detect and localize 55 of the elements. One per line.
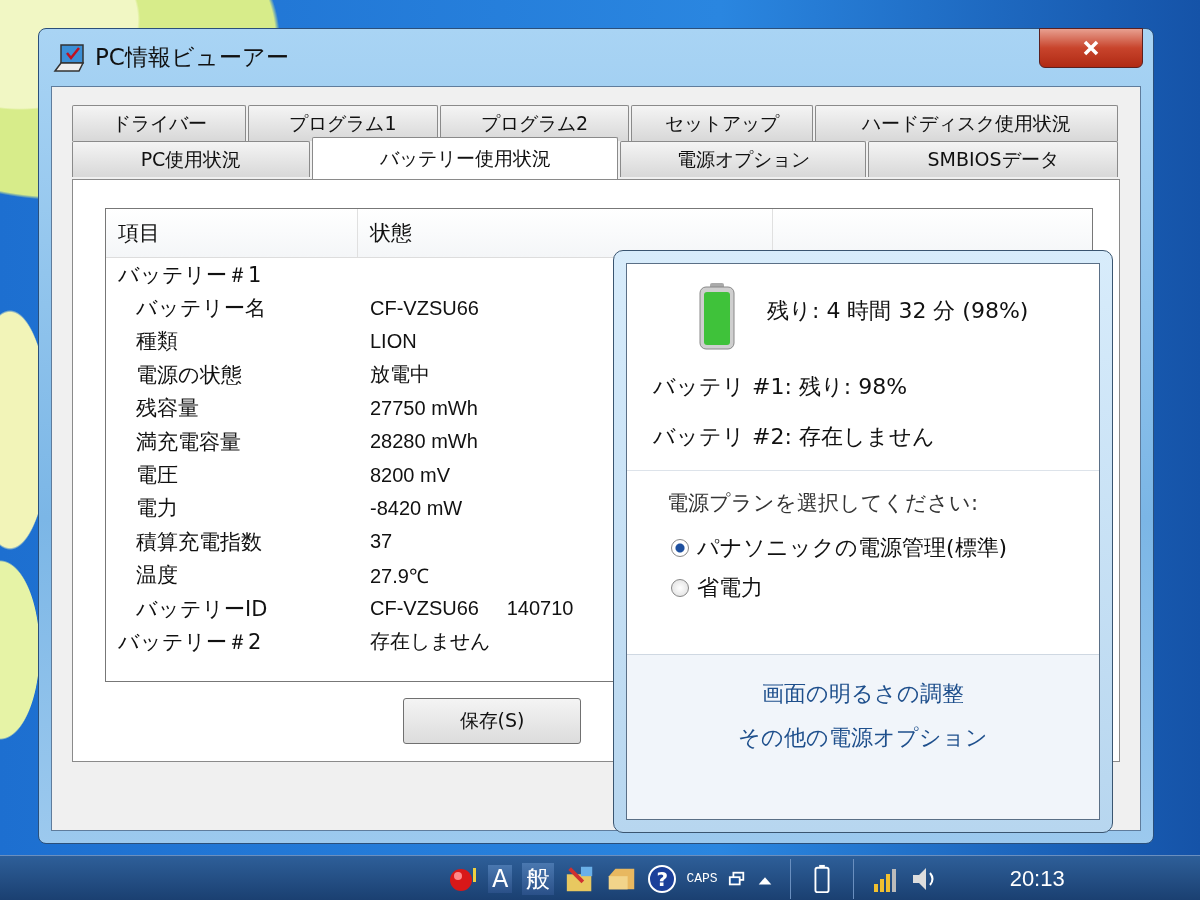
window-title: PC情報ビューアー	[95, 43, 289, 72]
close-icon	[1081, 38, 1101, 58]
table-cell: バッテリー＃2	[118, 630, 262, 654]
plan-label[interactable]: 省電力	[697, 573, 763, 603]
link[interactable]: その他の電源オプション	[738, 723, 988, 753]
battery-status-text: バッテリ #2: 存在しません	[653, 423, 936, 451]
table-cell: CF-VZSU66	[370, 296, 479, 319]
table-cell: 積算充電指数	[136, 529, 262, 554]
table-cell: 電力	[136, 496, 178, 521]
table-cell: 温度	[136, 563, 178, 588]
table-cell: 存在しません	[370, 630, 490, 653]
radio-button[interactable]	[671, 539, 689, 557]
help-icon[interactable]: ?	[648, 864, 677, 893]
table-cell: 残容量	[136, 396, 199, 421]
table-cell: バッテリーID	[136, 596, 268, 621]
link[interactable]: 画面の明るさの調整	[762, 679, 964, 709]
table-cell: 28280 mWh	[370, 430, 478, 453]
table-cell: 電圧	[136, 463, 178, 488]
tab[interactable]: バッテリー使用状況	[312, 137, 618, 179]
table-cell: CF-VZSU66 140710	[370, 597, 574, 620]
table-cell: バッテリー名	[136, 296, 266, 321]
table-cell: 27750 mWh	[370, 396, 478, 419]
tab[interactable]: ハードディスク使用状況	[815, 105, 1118, 141]
tab[interactable]: プログラム2	[440, 105, 629, 141]
close-button[interactable]	[1039, 28, 1143, 68]
table-cell: 37	[370, 530, 393, 553]
laptop-icon	[53, 42, 87, 73]
table-cell: -8420 mW	[370, 496, 463, 519]
table-cell: 電源の状態	[136, 362, 242, 387]
table-cell: 満充電容量	[136, 429, 241, 454]
plan-label[interactable]: パナソニックの電源管理(標準)	[697, 533, 1008, 563]
table-cell: LION	[370, 329, 417, 352]
save-button[interactable]: 保存(S)	[403, 698, 581, 744]
table-cell: 8200 mV	[370, 463, 451, 486]
ime-mode[interactable]: 般	[522, 862, 555, 895]
battery-icon	[697, 282, 737, 352]
battery-status-text: バッテリ #1: 残り: 98%	[653, 373, 909, 401]
remaining-text: 残り: 4 時間 32 分 (98%)	[767, 297, 1029, 325]
radio-button[interactable]	[671, 579, 689, 597]
tab[interactable]: SMBIOSデータ	[868, 141, 1118, 177]
table-cell: 放電中	[370, 363, 430, 386]
table-cell: 種類	[136, 329, 178, 354]
plan-prompt: 電源プランを選択してください:	[667, 490, 980, 517]
tab[interactable]: PC使用状況	[72, 141, 310, 177]
tab[interactable]: プログラム1	[248, 105, 438, 141]
tab[interactable]: 電源オプション	[620, 141, 866, 177]
column-header: 項目	[106, 209, 358, 257]
tab[interactable]: セットアップ	[631, 105, 813, 141]
table-cell: バッテリー＃1	[118, 262, 262, 287]
caps-indicator: CAPS	[686, 871, 718, 886]
table-cell: 27.9℃	[370, 564, 429, 587]
tab[interactable]: ドライバー	[72, 105, 246, 141]
clock[interactable]: 20:13	[1009, 865, 1065, 892]
windows-icon[interactable]	[727, 869, 746, 888]
ime-mode[interactable]: A	[488, 864, 513, 893]
